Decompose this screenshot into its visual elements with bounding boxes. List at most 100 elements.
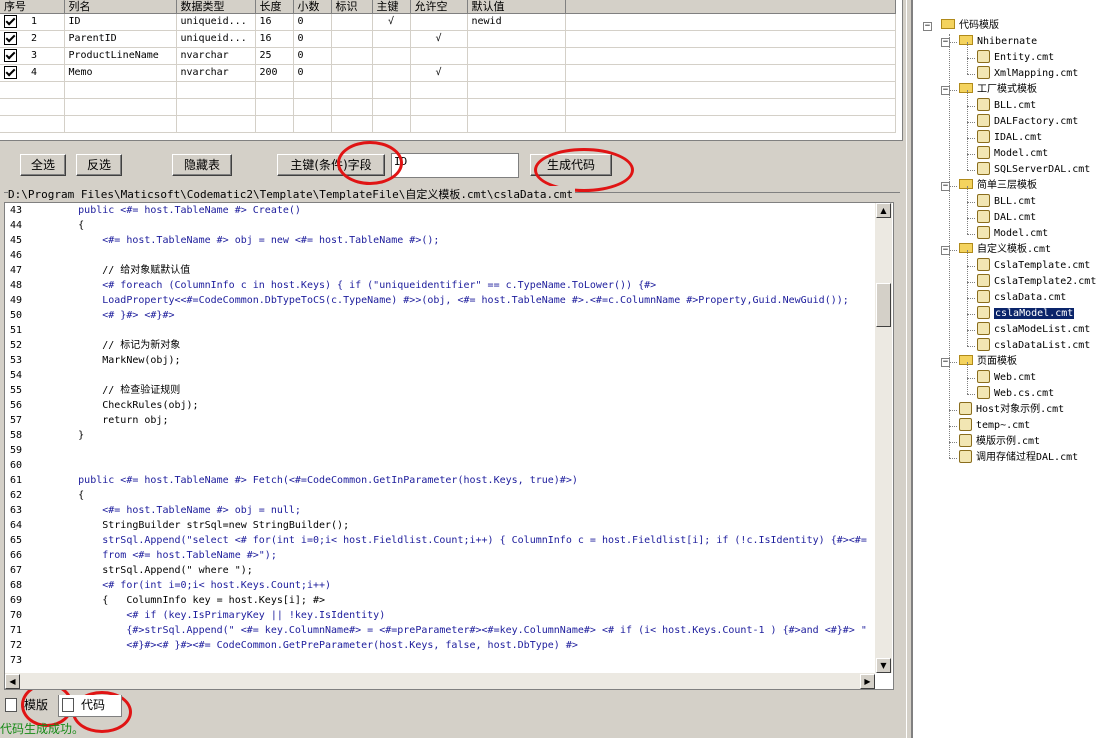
- cell-length[interactable]: 200: [255, 64, 294, 82]
- tree-node[interactable]: 模版示例.cmt: [959, 433, 1040, 450]
- tree-node[interactable]: CslaTemplate2.cmt: [977, 273, 1096, 290]
- code-lines[interactable]: 43 public <#= host.TableName #> Create()…: [5, 203, 875, 673]
- tree-node[interactable]: 调用存储过程DAL.cmt: [959, 449, 1078, 466]
- col-header-index[interactable]: 序号: [0, 0, 65, 14]
- tree-node[interactable]: DALFactory.cmt: [977, 113, 1078, 130]
- row-index-cell[interactable]: 1: [0, 13, 65, 31]
- row-checkbox[interactable]: [4, 31, 17, 45]
- column-grid[interactable]: 序号 列名 数据类型 长度 小数 标识 主键 允许空 默认值 1 ID unique…: [0, 0, 903, 141]
- cell-type[interactable]: uniqueid...: [176, 13, 256, 31]
- tree-node[interactable]: Model.cmt: [977, 225, 1048, 242]
- code-line[interactable]: 57 return obj;: [5, 413, 875, 428]
- cell-length[interactable]: 16: [255, 13, 294, 31]
- tree-node[interactable]: 简单三层模板: [959, 178, 1037, 194]
- tree-node[interactable]: 代码模版: [941, 18, 999, 34]
- code-line[interactable]: 68 <# for(int i=0;i< host.Keys.Count;i++…: [5, 578, 875, 593]
- tree-node[interactable]: cslaModeList.cmt: [977, 321, 1090, 338]
- code-line[interactable]: 60: [5, 458, 875, 473]
- cell-type[interactable]: uniqueid...: [176, 30, 256, 48]
- tree-node[interactable]: XmlMapping.cmt: [977, 65, 1078, 82]
- tree-node[interactable]: Web.cmt: [977, 369, 1036, 386]
- tab-code[interactable]: 代码: [58, 695, 122, 717]
- code-line[interactable]: 48 <# foreach (ColumnInfo c in host.Keys…: [5, 278, 875, 293]
- code-line[interactable]: 44 {: [5, 218, 875, 233]
- tree-node[interactable]: Host对象示例.cmt: [959, 401, 1064, 418]
- template-tree[interactable]: − 代码模版 − Nhibernate Entity.cmt XmlMapping.cmt…: [912, 0, 1111, 738]
- select-all-button[interactable]: 全选: [20, 154, 66, 176]
- tab-template[interactable]: 模版: [2, 695, 54, 717]
- cell-decimal[interactable]: 0: [293, 47, 332, 65]
- tree-node[interactable]: cslaDataList.cmt: [977, 337, 1090, 354]
- cell-type[interactable]: nvarchar: [176, 47, 256, 65]
- cell-default[interactable]: newid: [467, 13, 566, 31]
- code-line[interactable]: 65 strSql.Append("select <# for(int i=0;…: [5, 533, 875, 548]
- tree-node[interactable]: BLL.cmt: [977, 97, 1036, 114]
- tree-node[interactable]: Web.cs.cmt: [977, 385, 1054, 402]
- row-index-cell[interactable]: 3: [0, 47, 65, 65]
- code-line[interactable]: 62 {: [5, 488, 875, 503]
- cell-decimal[interactable]: 0: [293, 30, 332, 48]
- collapse-toggle-icon[interactable]: −: [923, 22, 932, 31]
- code-line[interactable]: 49 LoadProperty<<#=CodeCommon.DbTypeToCS…: [5, 293, 875, 308]
- code-line[interactable]: 61 public <#= host.TableName #> Fetch(<#…: [5, 473, 875, 488]
- cell-nullable[interactable]: √: [410, 30, 468, 48]
- table-row-empty[interactable]: [0, 81, 896, 99]
- scroll-down-arrow-icon[interactable]: ▼: [876, 658, 891, 673]
- code-line[interactable]: 47 // 给对象赋默认值: [5, 263, 875, 278]
- tree-node[interactable]: Model.cmt: [977, 145, 1048, 162]
- cell-identity[interactable]: [331, 30, 373, 48]
- code-line[interactable]: 43 public <#= host.TableName #> Create(): [5, 203, 875, 218]
- cell-identity[interactable]: [331, 47, 373, 65]
- row-checkbox[interactable]: [4, 14, 17, 28]
- cell-decimal[interactable]: 0: [293, 13, 332, 31]
- cell-name[interactable]: ParentID: [64, 30, 177, 48]
- cell-name[interactable]: ProductLineName: [64, 47, 177, 65]
- code-line[interactable]: 46: [5, 248, 875, 263]
- tree-node[interactable]: 工厂模式模板: [959, 82, 1037, 98]
- scroll-up-arrow-icon[interactable]: ▲: [876, 203, 891, 218]
- tree-node[interactable]: IDAL.cmt: [977, 129, 1042, 146]
- code-line[interactable]: 72 <#}#><# }#><#= CodeCommon.GetPreParam…: [5, 638, 875, 653]
- pk-value-field[interactable]: ID: [391, 153, 519, 178]
- tree-node[interactable]: 自定义模板.cmt: [959, 242, 1051, 258]
- cell-default[interactable]: [467, 30, 566, 48]
- cell-decimal[interactable]: 0: [293, 64, 332, 82]
- row-index-cell[interactable]: 4: [0, 64, 65, 82]
- table-row[interactable]: 2 ParentID uniqueid... 16 0 √: [0, 30, 896, 48]
- table-row-empty[interactable]: [0, 98, 896, 116]
- code-line[interactable]: 70 <# if (key.IsPrimaryKey || !key.IsIde…: [5, 608, 875, 623]
- code-line[interactable]: 54: [5, 368, 875, 383]
- cell-name[interactable]: Memo: [64, 64, 177, 82]
- horizontal-scrollbar[interactable]: ◀ ▶: [5, 673, 875, 689]
- scroll-thumb[interactable]: [876, 283, 891, 327]
- table-row-empty[interactable]: [0, 115, 896, 133]
- tree-node[interactable]: Entity.cmt: [977, 49, 1054, 66]
- tree-node[interactable]: DAL.cmt: [977, 209, 1036, 226]
- col-header-decimal[interactable]: 小数: [293, 0, 332, 14]
- row-checkbox[interactable]: [4, 65, 17, 79]
- tree-node[interactable]: temp~.cmt: [959, 417, 1030, 434]
- code-line[interactable]: 59: [5, 443, 875, 458]
- col-header-default[interactable]: 默认值: [467, 0, 566, 14]
- col-header-pk[interactable]: 主键: [372, 0, 411, 14]
- cell-nullable[interactable]: [410, 47, 468, 65]
- code-line[interactable]: 45 <#= host.TableName #> obj = new <#= h…: [5, 233, 875, 248]
- table-row[interactable]: 4 Memo nvarchar 200 0 √: [0, 64, 896, 82]
- code-line[interactable]: 64 StringBuilder strSql=new StringBuilde…: [5, 518, 875, 533]
- cell-name[interactable]: ID: [64, 13, 177, 31]
- tree-node[interactable]: CslaTemplate.cmt: [977, 257, 1090, 274]
- cell-nullable[interactable]: √: [410, 64, 468, 82]
- col-header-name[interactable]: 列名: [64, 0, 177, 14]
- cell-identity[interactable]: [331, 13, 373, 31]
- vertical-scrollbar[interactable]: ▲ ▼: [875, 203, 892, 673]
- code-line[interactable]: 53 MarkNew(obj);: [5, 353, 875, 368]
- row-index-cell[interactable]: 2: [0, 30, 65, 48]
- tree-node[interactable]: cslaModel.cmt: [977, 305, 1075, 322]
- invert-selection-button[interactable]: 反选: [76, 154, 122, 176]
- col-header-identity[interactable]: 标识: [331, 0, 373, 14]
- cell-default[interactable]: [467, 64, 566, 82]
- code-line[interactable]: 69 { ColumnInfo key = host.Keys[i]; #>: [5, 593, 875, 608]
- tree-node[interactable]: BLL.cmt: [977, 193, 1036, 210]
- cell-default[interactable]: [467, 47, 566, 65]
- cell-pk[interactable]: [372, 30, 411, 48]
